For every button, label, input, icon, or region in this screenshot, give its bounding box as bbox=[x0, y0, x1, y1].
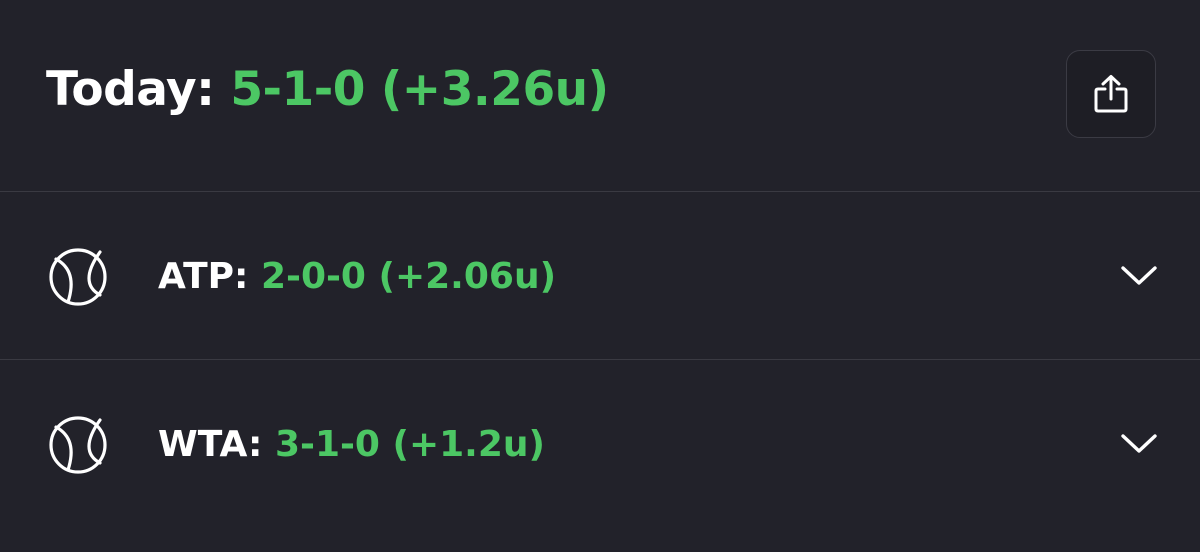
tennis-ball-icon bbox=[49, 416, 107, 474]
section-record: 2-0-0 (+2.06u) bbox=[260, 256, 557, 297]
section-record: 3-1-0 (+1.2u) bbox=[274, 424, 545, 465]
chevron-down-icon[interactable] bbox=[1120, 432, 1158, 456]
share-button[interactable] bbox=[1066, 50, 1156, 138]
share-icon bbox=[1094, 75, 1128, 113]
chevron-down-icon[interactable] bbox=[1120, 264, 1158, 288]
section-title-wta: WTA: 3-1-0 (+1.2u) bbox=[158, 424, 545, 465]
page-title: Today: 5-1-0 (+3.26u) bbox=[46, 62, 609, 117]
page: Today: 5-1-0 (+3.26u) ATP: 2-0-0 (+2.06u… bbox=[0, 0, 1200, 552]
tennis-ball-icon bbox=[49, 248, 107, 306]
section-title-atp: ATP: 2-0-0 (+2.06u) bbox=[158, 256, 556, 297]
section-label: WTA: bbox=[158, 424, 263, 465]
header: Today: 5-1-0 (+3.26u) bbox=[0, 0, 1200, 192]
section-row-atp[interactable]: ATP: 2-0-0 (+2.06u) bbox=[0, 192, 1200, 360]
today-label: Today: bbox=[46, 62, 215, 117]
today-record: 5-1-0 (+3.26u) bbox=[230, 62, 609, 117]
section-label: ATP: bbox=[158, 256, 249, 297]
section-row-wta[interactable]: WTA: 3-1-0 (+1.2u) bbox=[0, 360, 1200, 552]
